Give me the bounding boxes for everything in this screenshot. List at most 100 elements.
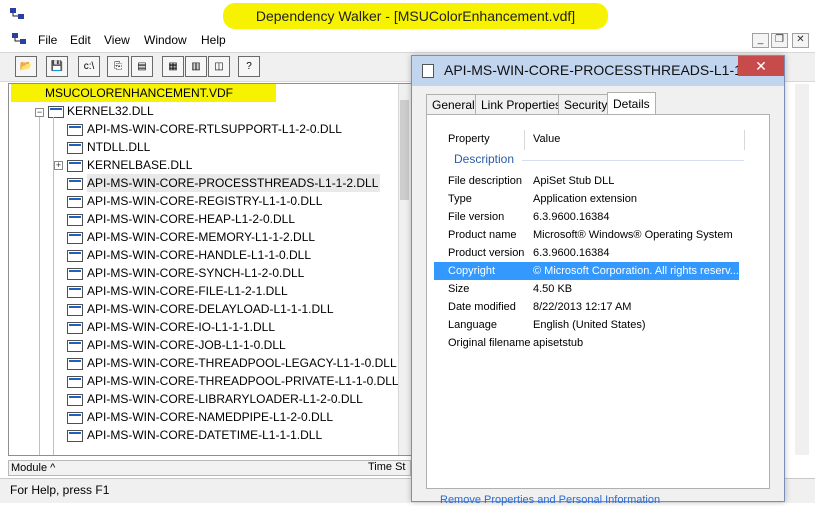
menu-window[interactable]: Window	[144, 32, 187, 48]
module-column-header[interactable]: Module ^	[11, 462, 55, 474]
save-button[interactable]: 💾	[46, 56, 68, 77]
copy-icon: ⎘	[114, 61, 122, 72]
tree-item[interactable]: API-MS-WIN-CORE-PROCESSTHREADS-L1-1-2.DL…	[87, 174, 381, 192]
file-icon	[422, 64, 434, 78]
properties-dialog: API-MS-WIN-CORE-PROCESSTHREADS-L1-1-2...…	[411, 55, 785, 506]
value-column-header[interactable]: Value	[533, 133, 560, 145]
module-list-scrollbar[interactable]	[795, 84, 809, 455]
property-column-header[interactable]: Property	[448, 133, 490, 145]
tree-item[interactable]: API-MS-WIN-CORE-DATETIME-L1-1-1.DLL	[87, 426, 324, 444]
tree-item[interactable]: NTDLL.DLL	[87, 138, 152, 156]
title-bar: Dependency Walker - [MSUColorEnhancement…	[0, 0, 815, 30]
section-divider	[522, 160, 744, 161]
module-icon	[67, 142, 83, 154]
properties-button[interactable]: ▤	[131, 56, 153, 77]
module-icon	[67, 358, 83, 370]
mdi-child-icon[interactable]	[12, 33, 28, 47]
property-name: Size	[448, 283, 470, 295]
tree-item[interactable]: API-MS-WIN-CORE-HANDLE-L1-1-0.DLL	[87, 246, 313, 264]
property-name: Type	[448, 193, 472, 205]
view-pane-icon: ◫	[214, 61, 224, 72]
window-title: Dependency Walker - [MSUColorEnhancement…	[223, 3, 608, 29]
property-name: Original filename	[448, 337, 531, 349]
module-icon	[67, 286, 83, 298]
property-name: Copyright	[448, 265, 496, 277]
module-icon	[67, 196, 83, 208]
help-cursor-icon: ?	[246, 61, 252, 72]
tree-item-kernel32[interactable]: KERNEL32.DLL	[67, 102, 154, 120]
module-icon	[67, 160, 83, 172]
tree-item[interactable]: API-MS-WIN-CORE-MEMORY-L1-1-2.DLL	[87, 228, 317, 246]
description-section-heading: Description	[454, 152, 515, 166]
module-icon	[67, 268, 83, 280]
module-list-header: Module ^	[8, 460, 411, 476]
property-value: 4.50 KB	[533, 283, 573, 295]
full-paths-button[interactable]: c:\	[78, 56, 100, 77]
tab-general[interactable]: General	[426, 94, 481, 114]
property-value: 8/22/2013 12:17 AM	[533, 301, 632, 313]
tree-item[interactable]: API-MS-WIN-CORE-REGISTRY-L1-1-0.DLL	[87, 192, 324, 210]
module-icon	[67, 430, 83, 442]
remove-properties-link[interactable]: Remove Properties and Personal Informati…	[440, 494, 660, 506]
property-value: apisetstub	[533, 337, 584, 349]
context-help-button[interactable]: ?	[238, 56, 260, 77]
mdi-minimize-button[interactable]: _	[752, 33, 769, 48]
tree-item[interactable]: API-MS-WIN-CORE-THREADPOOL-PRIVATE-L1-1-…	[87, 372, 401, 390]
property-value: English (United States)	[533, 319, 646, 331]
module-icon	[67, 304, 83, 316]
property-name: Language	[448, 319, 497, 331]
property-row[interactable]: Copyright © Microsoft Corporation. All ri…	[434, 262, 739, 280]
expand-kernelbase-toggle[interactable]: +	[54, 161, 63, 170]
tree-item[interactable]: API-MS-WIN-CORE-DELAYLOAD-L1-1-1.DLL	[87, 300, 336, 318]
module-icon	[67, 250, 83, 262]
property-name: File version	[448, 211, 505, 223]
property-value: 6.3.9600.16384	[533, 247, 610, 259]
module-icon	[67, 232, 83, 244]
tree-item[interactable]: API-MS-WIN-CORE-SYNCH-L1-2-0.DLL	[87, 264, 306, 282]
menu-file[interactable]: File	[38, 32, 57, 48]
property-value: Application extension	[533, 193, 637, 205]
view-list-button[interactable]: ▥	[185, 56, 207, 77]
tree-item[interactable]: API-MS-WIN-CORE-THREADPOOL-LEGACY-L1-1-0…	[87, 354, 399, 372]
module-icon	[48, 106, 64, 118]
collapse-kernel32-toggle[interactable]: −	[35, 108, 44, 117]
tree-root-item[interactable]: MSUCOLORENHANCEMENT.VDF	[11, 84, 276, 102]
property-value: ApiSet Stub DLL	[533, 175, 615, 187]
view-list-icon: ▥	[191, 61, 201, 72]
c-path-icon: c:\	[83, 61, 95, 72]
status-text: For Help, press F1	[10, 483, 110, 497]
property-value: Microsoft® Windows® Operating System	[533, 229, 733, 241]
tree-item[interactable]: API-MS-WIN-CORE-NAMEDPIPE-L1-2-0.DLL	[87, 408, 335, 426]
module-icon	[67, 340, 83, 352]
tab-link-properties[interactable]: Link Properties	[475, 94, 568, 114]
view-pane-button[interactable]: ◫	[208, 56, 230, 77]
open-button[interactable]: 📂	[15, 56, 37, 77]
properties-icon: ▤	[137, 61, 147, 72]
view-modules-icon: ▦	[168, 61, 178, 72]
tab-details[interactable]: Details	[607, 92, 656, 115]
dependency-tree[interactable]: − MSUCOLORENHANCEMENT.VDF − KERNEL32.DLL…	[8, 83, 411, 456]
dialog-close-button[interactable]: ✕	[738, 56, 784, 76]
tree-item[interactable]: API-MS-WIN-CORE-RTLSUPPORT-L1-2-0.DLL	[87, 120, 344, 138]
module-icon	[67, 322, 83, 334]
tree-scroll-thumb[interactable]	[400, 100, 409, 200]
module-icon	[67, 124, 83, 136]
module-icon	[67, 376, 83, 388]
view-modules-button[interactable]: ▦	[162, 56, 184, 77]
tree-item[interactable]: API-MS-WIN-CORE-LIBRARYLOADER-L1-2-0.DLL	[87, 390, 365, 408]
tree-item[interactable]: API-MS-WIN-CORE-IO-L1-1-1.DLL	[87, 318, 277, 336]
copy-button[interactable]: ⎘	[107, 56, 129, 77]
time-stamp-column-header[interactable]: Time St	[368, 461, 406, 473]
tree-item[interactable]: API-MS-WIN-CORE-FILE-L1-2-1.DLL	[87, 282, 290, 300]
menu-view[interactable]: View	[104, 32, 130, 48]
tree-item[interactable]: API-MS-WIN-CORE-JOB-L1-1-0.DLL	[87, 336, 288, 354]
tab-security[interactable]: Security	[558, 94, 614, 114]
tree-item[interactable]: KERNELBASE.DLL	[87, 156, 194, 174]
mdi-close-button[interactable]: ✕	[792, 33, 809, 48]
mdi-restore-button[interactable]: ❐	[771, 33, 788, 48]
menu-help[interactable]: Help	[201, 32, 226, 48]
dialog-title-bar: API-MS-WIN-CORE-PROCESSTHREADS-L1-1-2...…	[412, 56, 784, 86]
menu-edit[interactable]: Edit	[70, 32, 91, 48]
open-folder-icon: 📂	[19, 61, 33, 72]
tree-item[interactable]: API-MS-WIN-CORE-HEAP-L1-2-0.DLL	[87, 210, 297, 228]
